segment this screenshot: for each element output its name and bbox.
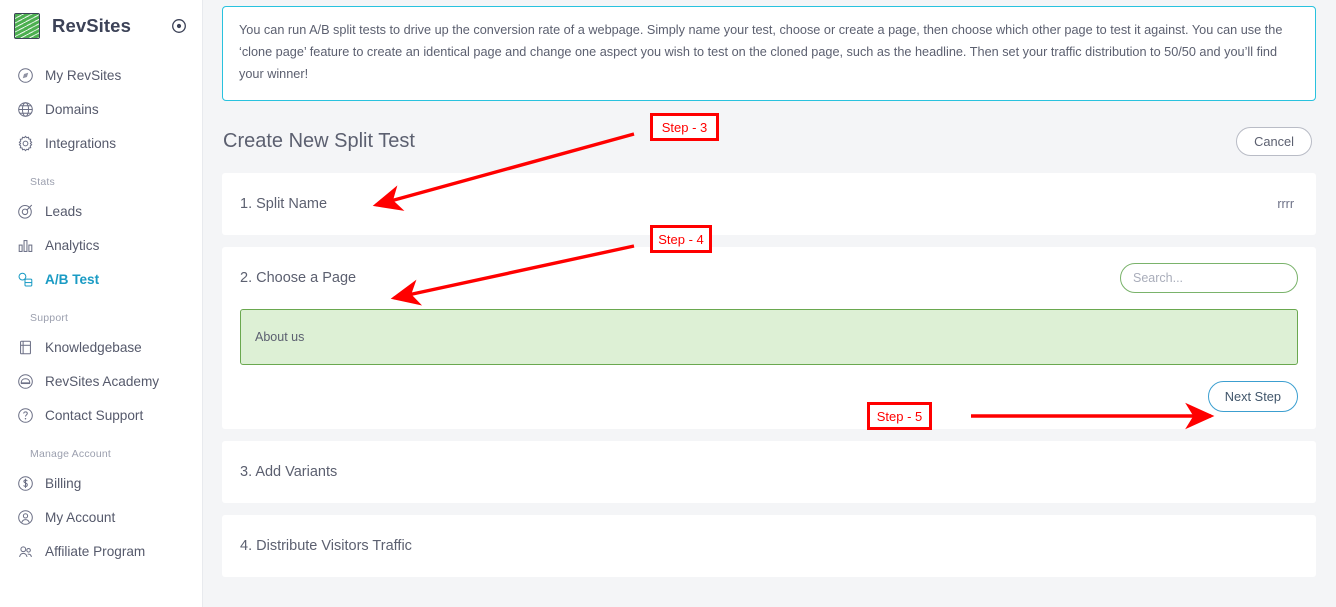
section-distribute-traffic[interactable]: 4. Distribute Visitors Traffic <box>222 514 1316 577</box>
circle-target-icon[interactable] <box>170 17 188 35</box>
sidebar-item-label: Contact Support <box>45 407 144 423</box>
sidebar-item-label: Analytics <box>45 237 100 253</box>
section-distribute-traffic-header: 4. Distribute Visitors Traffic <box>240 515 1298 577</box>
brand-name: RevSites <box>52 15 131 36</box>
sidebar-item-my-revsites[interactable]: My RevSites <box>0 58 202 92</box>
target-icon <box>14 200 36 222</box>
page-option-label: About us <box>255 329 305 344</box>
sidebar-item-label: My RevSites <box>45 67 122 83</box>
sidebar-item-my-account[interactable]: My Account <box>0 500 202 534</box>
app-root: RevSites My RevSites Domains Integration… <box>0 0 1336 607</box>
sidebar-item-label: Affiliate Program <box>45 543 146 559</box>
section-add-variants[interactable]: 3. Add Variants <box>222 440 1316 503</box>
section-split-name[interactable]: 1. Split Name rrrr <box>222 172 1316 235</box>
section-title: 1. Split Name <box>240 195 328 212</box>
section-choose-page-header: 2. Choose a Page <box>240 247 1298 309</box>
user-circle-icon <box>14 506 36 528</box>
page-option-about-us[interactable]: About us <box>240 308 1298 365</box>
sidebar-item-contact-support[interactable]: Contact Support <box>0 398 202 432</box>
question-circle-icon <box>14 404 36 426</box>
sidebar-item-label: Domains <box>45 101 99 117</box>
sidebar-group-manage-account: Manage Account <box>30 448 112 460</box>
section-title: 4. Distribute Visitors Traffic <box>240 537 412 554</box>
gear-icon <box>14 132 36 154</box>
main-content: You can run A/B split tests to drive up … <box>203 0 1336 607</box>
sidebar-item-label: Billing <box>45 475 82 491</box>
globe-icon <box>14 98 36 120</box>
section-split-name-header: 1. Split Name rrrr <box>240 173 1298 235</box>
sidebar-group-stats: Stats <box>30 176 55 188</box>
sidebar-item-integrations[interactable]: Integrations <box>0 126 202 160</box>
ab-test-icon <box>14 268 36 290</box>
sidebar-item-affiliate-program[interactable]: Affiliate Program <box>0 534 202 568</box>
dollar-circle-icon <box>14 472 36 494</box>
sidebar-item-label: Knowledgebase <box>45 339 142 355</box>
sidebar-item-domains[interactable]: Domains <box>0 92 202 126</box>
sidebar-item-ab-test[interactable]: A/B Test <box>0 262 202 296</box>
sidebar-group-support: Support <box>30 312 69 324</box>
page-header: Create New Split Test Cancel <box>222 111 1316 173</box>
book-icon <box>14 336 36 358</box>
brand-header: RevSites <box>0 0 202 52</box>
split-name-value: rrrr <box>1277 196 1294 211</box>
sidebar-item-analytics[interactable]: Analytics <box>0 228 202 262</box>
sidebar-item-label: Integrations <box>45 135 117 151</box>
sidebar-item-label: RevSites Academy <box>45 373 160 389</box>
sidebar-item-billing[interactable]: Billing <box>0 466 202 500</box>
sidebar-item-knowledgebase[interactable]: Knowledgebase <box>0 330 202 364</box>
page-title: Create New Split Test <box>223 130 415 153</box>
section-choose-page: 2. Choose a Page Search... About us Next… <box>222 246 1316 429</box>
info-banner: You can run A/B split tests to drive up … <box>222 6 1316 101</box>
section-title: 3. Add Variants <box>240 463 338 480</box>
content-panel: You can run A/B split tests to drive up … <box>222 0 1316 589</box>
bar-chart-icon <box>14 234 36 256</box>
sidebar-nav: My RevSites Domains Integrations Stats L… <box>0 52 202 568</box>
cancel-button[interactable]: Cancel <box>1236 127 1312 157</box>
next-step-button[interactable]: Next Step <box>1207 381 1298 413</box>
section-choose-page-footer: Next Step <box>240 365 1298 429</box>
sidebar-item-label: My Account <box>45 509 116 525</box>
sidebar-item-label: Leads <box>45 203 83 219</box>
sidebar-item-leads[interactable]: Leads <box>0 194 202 228</box>
revsites-leaf-logo-icon <box>14 13 40 39</box>
page-search[interactable] <box>1120 262 1298 293</box>
search-input[interactable] <box>1121 263 1297 292</box>
sidebar-item-revsites-academy[interactable]: RevSites Academy <box>0 364 202 398</box>
sidebar: RevSites My RevSites Domains Integration… <box>0 0 203 607</box>
section-add-variants-header: 3. Add Variants <box>240 441 1298 503</box>
graduation-cap-icon <box>14 370 36 392</box>
compass-icon <box>14 64 36 86</box>
sidebar-item-label: A/B Test <box>45 271 100 287</box>
section-title: 2. Choose a Page <box>240 269 357 286</box>
users-icon <box>14 540 36 562</box>
